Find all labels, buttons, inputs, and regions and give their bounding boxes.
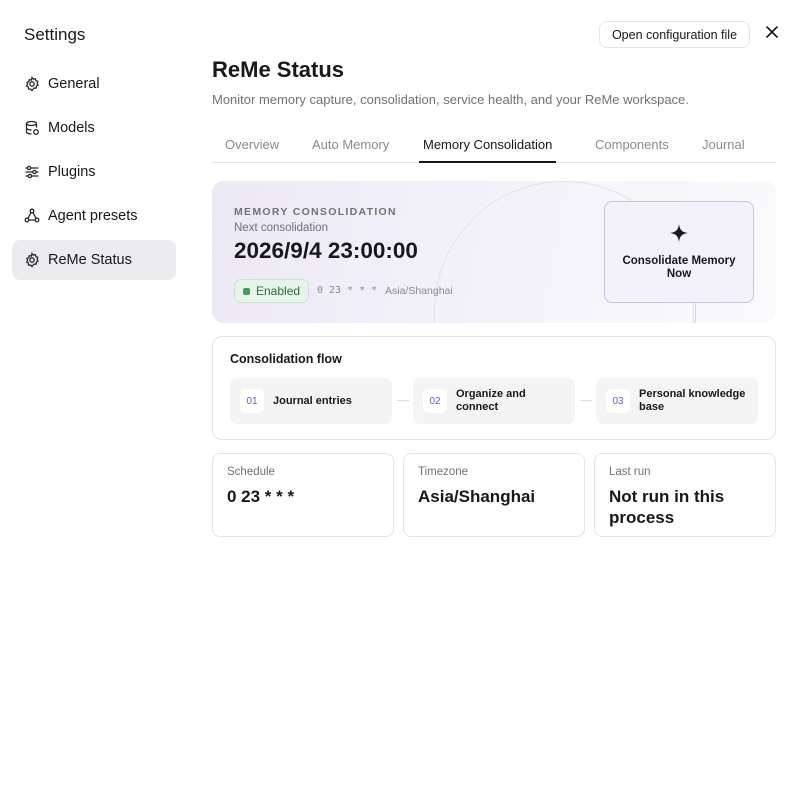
status-text: Enabled: [256, 284, 301, 298]
page-title: ReMe Status: [212, 57, 345, 82]
sidebar-item-label: ReMe Status: [48, 252, 132, 268]
consolidation-flow-card: Consolidation flow 01 Journal entries 02…: [212, 336, 776, 440]
stat-label: Timezone: [418, 466, 469, 478]
next-consolidation-date: 2026/9/4 23:00:00: [234, 238, 418, 263]
tab-memory-consolidation[interactable]: Memory Consolidation: [419, 131, 557, 163]
sidebar-item-reme-status[interactable]: ReMe Status: [12, 240, 176, 280]
step-label: Journal entries: [273, 394, 352, 407]
tab-overview[interactable]: Overview: [221, 131, 283, 162]
sparkle-icon: [669, 223, 689, 247]
sidebar: Settings General Models Plugins Agent pr…: [12, 0, 176, 800]
flow-connector: [397, 400, 409, 401]
flow-connector: [580, 400, 592, 401]
settings-window: Settings General Models Plugins Agent pr…: [0, 0, 800, 800]
schedule-card: Schedule 0 23 * * *: [212, 453, 394, 537]
flow-step: 02 Organize and connect: [413, 378, 575, 424]
stat-value: Not run in this process: [609, 487, 725, 527]
status-badge: Enabled: [234, 279, 309, 303]
next-consolidation-label: Next consolidation: [234, 222, 328, 234]
close-icon: [765, 25, 779, 44]
step-number: 02: [423, 389, 447, 413]
status-dot: [243, 287, 250, 295]
sidebar-item-plugins[interactable]: Plugins: [12, 152, 176, 192]
timezone-text: Asia/Shanghai: [385, 285, 453, 297]
stat-value: Asia/Shanghai: [418, 487, 536, 506]
step-label: Organize and connect: [456, 388, 526, 413]
stat-label: Last run: [609, 466, 651, 478]
flow-title: Consolidation flow: [230, 352, 342, 366]
tab-bar: Overview Auto Memory Memory Consolidatio…: [212, 131, 776, 163]
flow-step: 01 Journal entries: [230, 378, 392, 424]
tab-components[interactable]: Components: [591, 131, 673, 162]
sidebar-item-models[interactable]: Models: [12, 108, 176, 148]
section-label: MEMORY CONSOLIDATION: [234, 206, 397, 218]
sidebar-item-label: Agent presets: [48, 208, 138, 224]
tab-auto-memory[interactable]: Auto Memory: [308, 131, 393, 162]
close-button[interactable]: [762, 24, 782, 44]
database-icon: [24, 120, 40, 136]
timezone-card: Timezone Asia/Shanghai: [403, 453, 585, 537]
page-subtitle: Monitor memory capture, consolidation, s…: [212, 92, 689, 107]
consolidate-memory-button[interactable]: Consolidate Memory Now: [604, 201, 754, 303]
cron-expression: 0 23 * * *: [317, 285, 378, 296]
flow-step: 03 Personal knowledge base: [596, 378, 758, 424]
stat-label: Schedule: [227, 466, 275, 478]
stat-value: 0 23 * * *: [227, 487, 295, 506]
consolidate-button-label: Consolidate Memory Now: [622, 255, 736, 280]
decorative-line: [695, 303, 696, 323]
consolidation-hero-card: MEMORY CONSOLIDATION Next consolidation …: [212, 181, 776, 323]
sidebar-item-label: Plugins: [48, 164, 96, 180]
gear-icon: [24, 76, 40, 92]
sidebar-title: Settings: [24, 25, 86, 44]
open-config-button[interactable]: Open configuration file: [599, 21, 750, 48]
tab-journal[interactable]: Journal: [698, 131, 749, 162]
step-number: 01: [240, 389, 264, 413]
sidebar-item-agent-presets[interactable]: Agent presets: [12, 196, 176, 236]
sidebar-item-general[interactable]: General: [12, 64, 176, 104]
gear-icon: [24, 252, 40, 268]
sliders-icon: [24, 164, 40, 180]
sidebar-item-label: General: [48, 76, 100, 92]
step-label: Personal knowledge base: [639, 388, 746, 413]
last-run-card: Last run Not run in this process: [594, 453, 776, 537]
nodes-icon: [24, 208, 40, 224]
sidebar-item-label: Models: [48, 120, 95, 136]
step-number: 03: [606, 389, 630, 413]
